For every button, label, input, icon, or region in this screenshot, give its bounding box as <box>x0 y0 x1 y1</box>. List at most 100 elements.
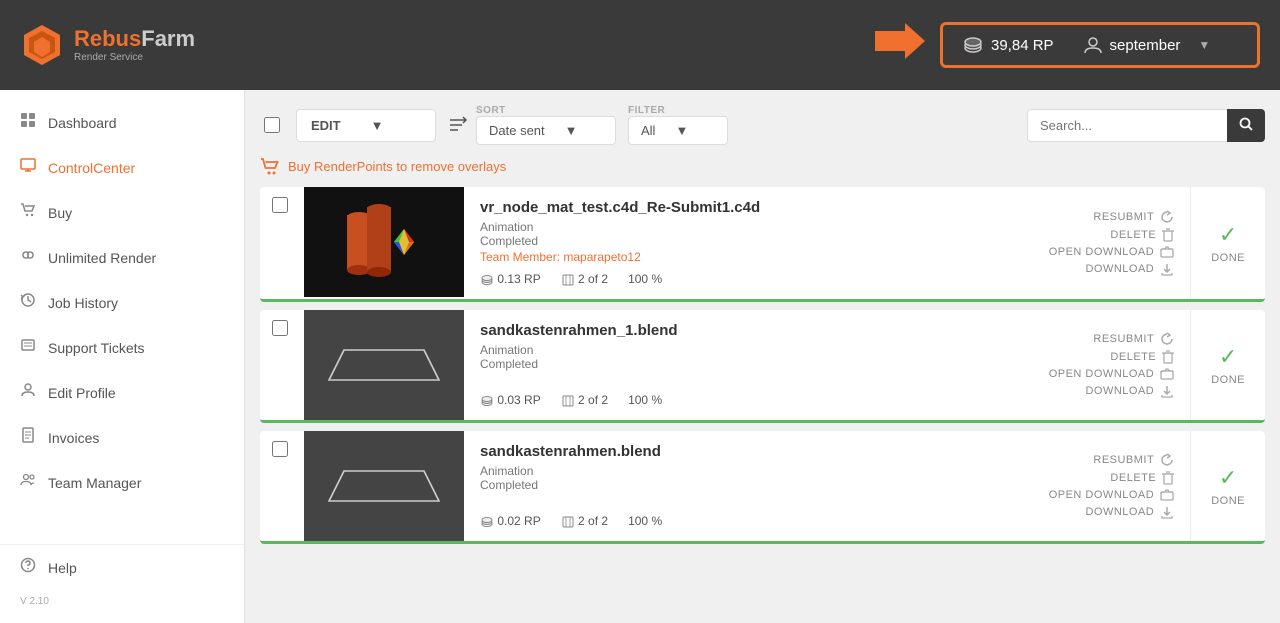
sidebar-item-support-tickets[interactable]: Support Tickets <box>0 325 244 370</box>
content-area: EDIT ▼ SORT Date sent ▼ <box>245 90 1280 623</box>
frames-icon-3 <box>561 515 575 529</box>
job-title-1: vr_node_mat_test.c4d_Re-Submit1.c4d <box>480 199 994 216</box>
job-progress-1: 100 % <box>628 272 662 286</box>
infinity-icon <box>20 247 36 268</box>
open-download-btn-1[interactable]: OPEN DOWNLOAD <box>1049 246 1175 258</box>
sidebar-item-buy[interactable]: Buy <box>0 190 244 235</box>
edit-dropdown-arrow: ▼ <box>371 118 384 133</box>
search-input[interactable] <box>1027 109 1227 142</box>
version-text: V 2.10 <box>0 590 244 613</box>
delete-label-3: DELETE <box>1110 472 1156 484</box>
select-all-checkbox[interactable] <box>260 117 284 133</box>
resubmit-btn-2[interactable]: RESUBMIT <box>1093 332 1174 346</box>
job-thumbnail-2 <box>304 310 464 420</box>
job-credits-2: 0.03 RP <box>480 393 541 408</box>
open-download-icon-1 <box>1160 246 1174 258</box>
toolbar: EDIT ▼ SORT Date sent ▼ <box>260 105 1265 145</box>
job-stats-1: 0.13 RP 2 of 2 100 % <box>480 272 994 287</box>
invoice-icon <box>20 427 36 448</box>
delete-btn-1[interactable]: DELETE <box>1110 228 1174 242</box>
sidebar-bottom: Help V 2.10 <box>0 544 244 613</box>
job-row-2: sandkastenrahmen_1.blend Animation Compl… <box>260 310 1265 423</box>
done-check-2: ✓ <box>1219 344 1237 370</box>
open-download-btn-3[interactable]: OPEN DOWNLOAD <box>1049 489 1175 501</box>
sidebar-item-help[interactable]: Help <box>0 545 244 590</box>
job-frames-2: 2 of 2 <box>561 393 608 408</box>
sidebar-item-edit-profile[interactable]: Edit Profile <box>0 370 244 415</box>
sort-icon <box>448 116 468 134</box>
download-btn-3[interactable]: DOWNLOAD <box>1085 505 1174 519</box>
sidebar-item-invoices[interactable]: Invoices <box>0 415 244 460</box>
sidebar-item-label: Job History <box>48 295 118 311</box>
job-row-3: sandkastenrahmen.blend Animation Complet… <box>260 431 1265 544</box>
job-status-2: Completed <box>480 357 994 371</box>
filter-dropdown[interactable]: All ▼ <box>628 116 728 145</box>
job-row-left-2 <box>260 310 304 420</box>
arrow-icon <box>875 23 925 68</box>
credits-icon <box>963 35 983 55</box>
sidebar-item-job-history[interactable]: Job History <box>0 280 244 325</box>
delete-btn-2[interactable]: DELETE <box>1110 350 1174 364</box>
done-label-3: DONE <box>1211 495 1245 507</box>
grid-icon <box>20 112 36 133</box>
resubmit-btn-3[interactable]: RESUBMIT <box>1093 453 1174 467</box>
job-checkbox-3[interactable] <box>268 441 292 457</box>
sidebar-item-label: Buy <box>48 205 72 221</box>
sidebar-item-control-center[interactable]: ControlCenter <box>0 145 244 190</box>
sort-dropdown[interactable]: Date sent ▼ <box>476 116 616 145</box>
job-row: vr_node_mat_test.c4d_Re-Submit1.c4d Anim… <box>260 187 1265 302</box>
job-status-1: Completed <box>480 234 994 248</box>
job-thumbnail-3 <box>304 431 464 541</box>
credits-amount: 39,84 RP <box>991 37 1054 54</box>
search-icon <box>1239 117 1253 131</box>
cart-icon <box>20 202 36 223</box>
sidebar-item-dashboard[interactable]: Dashboard <box>0 100 244 145</box>
job-checkbox[interactable] <box>268 197 292 213</box>
resubmit-icon-2 <box>1160 332 1174 346</box>
logo-area: RebusFarm Render Service <box>20 23 195 67</box>
download-icon-1 <box>1160 262 1174 276</box>
delete-btn-3[interactable]: DELETE <box>1110 471 1174 485</box>
job-checkbox-2[interactable] <box>268 320 292 336</box>
sidebar-item-label: Invoices <box>48 430 99 446</box>
download-btn-2[interactable]: DOWNLOAD <box>1085 384 1174 398</box>
user-panel[interactable]: 39,84 RP september ▼ <box>940 22 1260 68</box>
logo-text: RebusFarm Render Service <box>74 27 195 62</box>
sort-area: SORT Date sent ▼ <box>448 105 616 145</box>
main-layout: Dashboard ControlCenter Buy Unlimited Re… <box>0 90 1280 623</box>
job-row-left <box>260 187 304 299</box>
sidebar: Dashboard ControlCenter Buy Unlimited Re… <box>0 90 245 623</box>
search-box <box>1027 109 1265 142</box>
job-actions-3: RESUBMIT DELETE OPEN DOWNLOAD DOWNLOAD <box>1010 431 1190 541</box>
job-progress-3: 100 % <box>628 514 662 528</box>
search-button[interactable] <box>1227 109 1265 142</box>
job-actions-2: RESUBMIT DELETE OPEN DOWNLOAD DOWNLOAD <box>1010 310 1190 420</box>
sidebar-item-unlimited-render[interactable]: Unlimited Render <box>0 235 244 280</box>
job-thumbnail-1 <box>304 187 464 297</box>
sidebar-item-label: Unlimited Render <box>48 250 156 266</box>
job-type-2: Animation <box>480 343 994 357</box>
open-download-btn-2[interactable]: OPEN DOWNLOAD <box>1049 368 1175 380</box>
download-icon-3 <box>1160 505 1174 519</box>
download-btn-1[interactable]: DOWNLOAD <box>1085 262 1174 276</box>
credits-icon-2 <box>480 394 494 408</box>
sort-dropdown-arrow: ▼ <box>565 123 578 138</box>
history-icon <box>20 292 36 313</box>
job-status-3: Completed <box>480 478 994 492</box>
resubmit-btn-1[interactable]: RESUBMIT <box>1093 210 1174 224</box>
job-info-2: sandkastenrahmen_1.blend Animation Compl… <box>464 310 1010 420</box>
job-info-1: vr_node_mat_test.c4d_Re-Submit1.c4d Anim… <box>464 187 1010 299</box>
username: september <box>1110 37 1181 54</box>
user-dropdown-arrow[interactable]: ▼ <box>1198 38 1210 52</box>
job-row-left-3 <box>260 431 304 541</box>
download-label-2: DOWNLOAD <box>1085 385 1154 397</box>
download-label-3: DOWNLOAD <box>1085 506 1154 518</box>
edit-dropdown[interactable]: EDIT ▼ <box>296 109 436 142</box>
credits-icon-3 <box>480 515 494 529</box>
buy-banner[interactable]: Buy RenderPoints to remove overlays <box>260 157 1265 175</box>
sidebar-item-team-manager[interactable]: Team Manager <box>0 460 244 505</box>
sort-title: SORT <box>476 105 616 116</box>
open-download-label-3: OPEN DOWNLOAD <box>1049 489 1155 501</box>
monitor-icon <box>20 157 36 178</box>
job-team-1: Team Member: maparapeto12 <box>480 250 994 264</box>
